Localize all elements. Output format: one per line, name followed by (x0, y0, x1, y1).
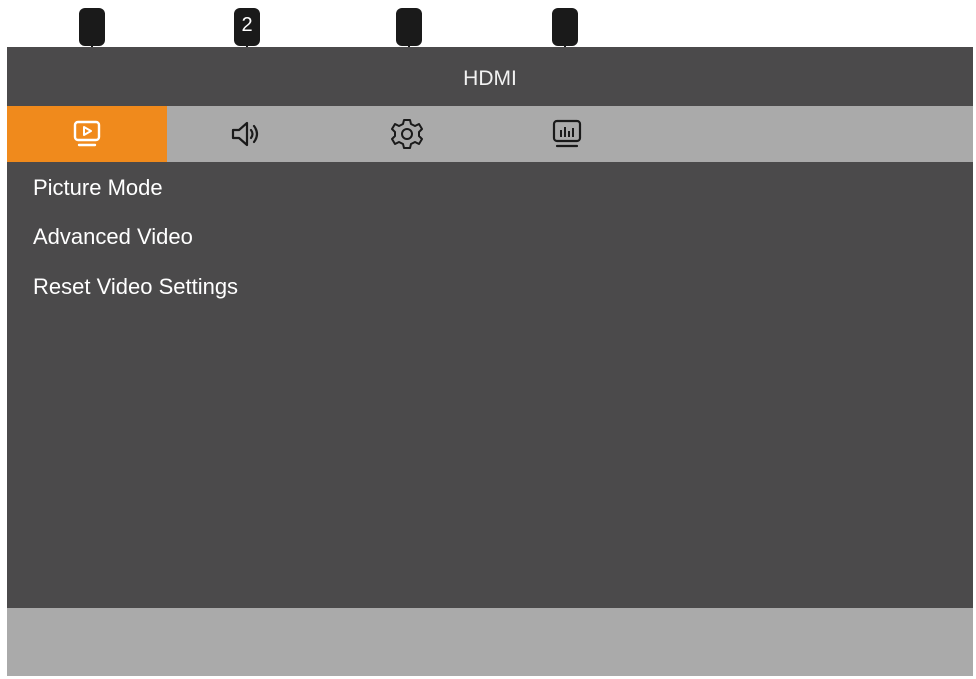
tab-bar (7, 106, 973, 162)
menu-title: HDMI (7, 47, 973, 106)
osd-menu-panel: HDMI Picture Mode Advanced Video Reset V… (7, 47, 973, 676)
callout-bubble (79, 8, 105, 46)
tab-picture[interactable] (7, 106, 167, 162)
footer-bar (7, 608, 973, 676)
osd-screenshot: 2 HDMI Picture Mode Advanced Video Reset… (0, 0, 976, 679)
info-chart-icon (552, 119, 582, 148)
settings-gear-icon (391, 119, 423, 149)
picture-icon (73, 120, 101, 147)
sound-icon (231, 121, 259, 147)
menu-item-advanced-video[interactable]: Advanced Video (33, 223, 193, 251)
tab-info[interactable] (487, 106, 647, 162)
menu-item-reset-video-settings[interactable]: Reset Video Settings (33, 273, 238, 301)
callout-bubble (396, 8, 422, 46)
tab-settings[interactable] (327, 106, 487, 162)
tab-sound[interactable] (167, 106, 327, 162)
menu-list: Picture Mode Advanced Video Reset Video … (7, 162, 973, 608)
callout-bubble (552, 8, 578, 46)
callout-bubble: 2 (234, 8, 260, 46)
menu-item-picture-mode[interactable]: Picture Mode (33, 174, 163, 202)
